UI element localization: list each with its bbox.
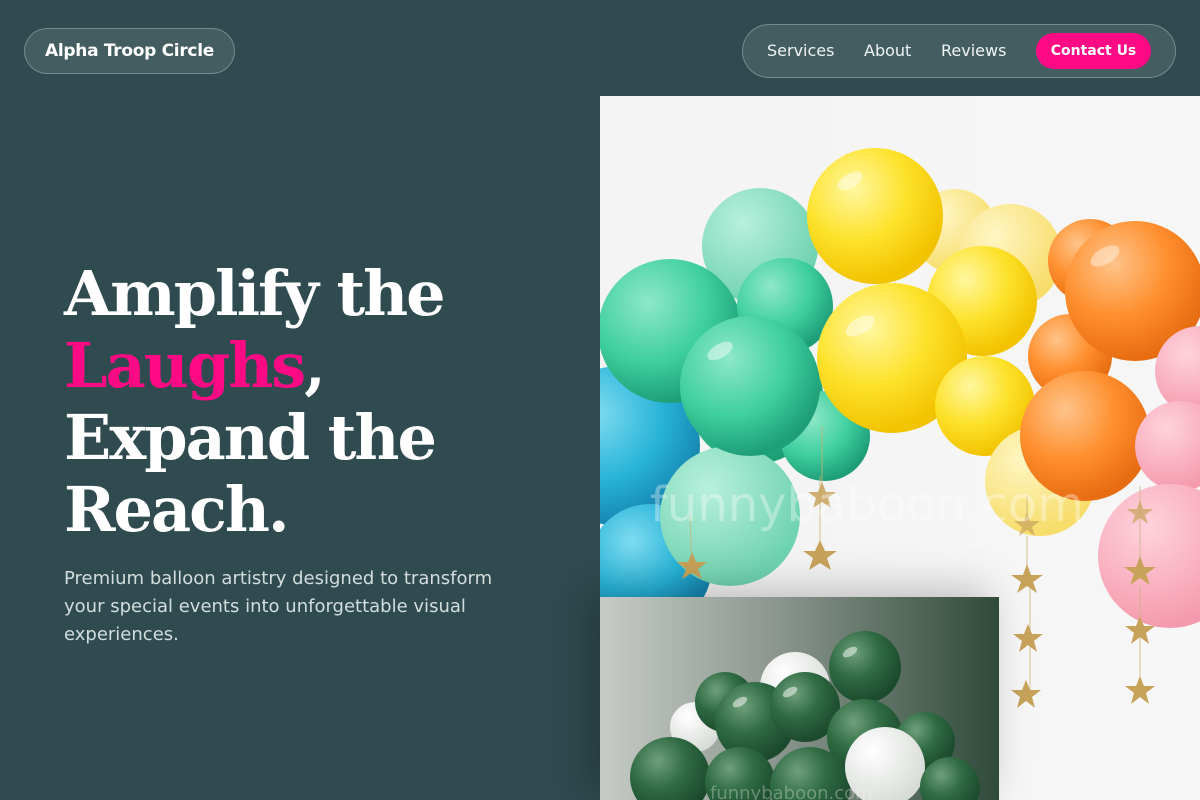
headline-line-1: Amplify the: [64, 257, 446, 330]
green-balloons-image: funnybaboon.com: [600, 597, 999, 800]
headline-line-3: Expand the: [64, 401, 437, 474]
headline-line-4: Reach.: [64, 473, 290, 546]
hero-headline: Amplify the Laughs, Expand the Reach.: [64, 257, 446, 546]
secondary-image-watermark: funnybaboon.com: [710, 783, 873, 800]
brand-logo-link[interactable]: Alpha Troop Circle: [24, 28, 235, 74]
nav-link-about[interactable]: About: [864, 25, 911, 77]
headline-comma: ,: [304, 329, 326, 402]
headline-line-2: Laughs,: [64, 330, 444, 402]
nav-link-reviews[interactable]: Reviews: [941, 25, 1006, 77]
main-nav: Services About Reviews Contact Us: [742, 24, 1176, 78]
contact-us-button[interactable]: Contact Us: [1036, 33, 1151, 69]
nav-link-services[interactable]: Services: [767, 25, 834, 77]
main-image-watermark: funnybaboon.com: [650, 477, 1084, 533]
headline-accent-word: Laughs: [64, 329, 306, 402]
hero-subtitle: Premium balloon artistry designed to tra…: [64, 568, 493, 645]
